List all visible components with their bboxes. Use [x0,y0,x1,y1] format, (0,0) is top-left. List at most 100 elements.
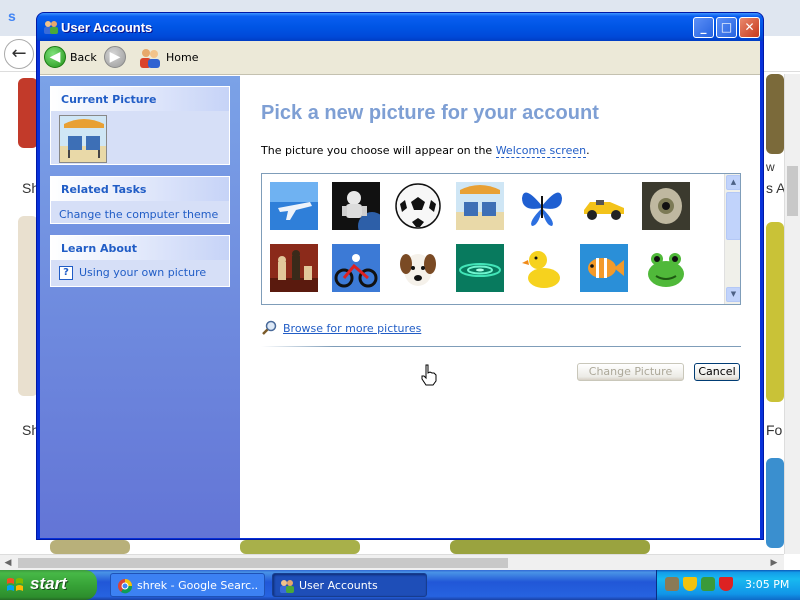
fish-icon [580,244,628,292]
race-car-icon [580,182,628,230]
airplane-icon [270,182,318,230]
related-tasks-panel: Related Tasks Change the computer theme [50,176,230,224]
clock[interactable]: 3:05 PM [745,578,789,591]
scroll-left-arrow[interactable]: ◀ [0,555,16,570]
windows-logo-icon [7,578,23,591]
bg-result-text[interactable]: s A [766,180,785,196]
intro-suffix: . [586,144,590,157]
scroll-up-arrow[interactable]: ▲ [726,175,740,190]
intro-text: The picture you choose will appear on th… [261,144,590,158]
bg-result-text[interactable]: w [766,160,775,174]
browse-more-pictures-link[interactable]: Browse for more pictures [283,322,421,335]
main-content: Pick a new picture for your account The … [240,76,760,538]
picture-butterfly[interactable] [518,182,566,230]
back-button-label[interactable]: Back [70,51,97,64]
scrollbar-thumb[interactable] [726,192,740,240]
bg-image-tile[interactable] [50,540,130,554]
cancel-button[interactable]: Cancel [694,363,740,381]
user-accounts-window: User Accounts _ □ ✕ ◀ Back ▶ Home Curren… [36,12,764,540]
picture-grid-scrollbar[interactable]: ▲ ▼ [724,174,740,304]
welcome-screen-link[interactable]: Welcome screen [495,144,587,158]
system-tray: 3:05 PM [656,570,800,600]
picture-duck[interactable] [518,244,566,292]
current-picture-heading: Current Picture [51,87,229,111]
scrollbar-thumb[interactable] [18,558,508,568]
current-picture-panel: Current Picture [50,86,230,165]
title-bar[interactable]: User Accounts _ □ ✕ [37,13,763,41]
beach-chairs-icon [456,182,504,230]
users-icon [280,580,294,593]
start-label: start [30,574,67,593]
bg-image-tile[interactable] [766,222,784,402]
motorcycle-icon [332,244,380,292]
learn-about-panel: Learn About ? Using your own picture [50,235,230,287]
browser-tab-title[interactable]: s [8,8,16,24]
antivirus-icon[interactable] [701,577,715,591]
dog-icon [394,244,442,292]
browser-back-button[interactable]: ← [4,39,34,69]
minimize-button[interactable]: _ [693,17,714,38]
taskbar-item-label: User Accounts [299,579,378,592]
picture-frog[interactable] [642,244,690,292]
close-button[interactable]: ✕ [739,17,760,38]
scroll-down-arrow[interactable]: ▼ [726,287,740,302]
using-own-picture-link[interactable]: Using your own picture [79,266,206,279]
network-icon[interactable] [665,577,679,591]
back-arrow-icon[interactable]: ◀ [44,46,66,68]
browser-horizontal-scrollbar[interactable]: ◀ ▶ [0,554,784,570]
picture-airplane[interactable] [270,182,318,230]
help-icon: ? [59,266,73,280]
divider [261,346,741,347]
picture-fish[interactable] [580,244,628,292]
scrollbar-thumb[interactable] [787,166,798,216]
browser-icon [118,579,133,594]
learn-about-heading: Learn About [51,236,229,260]
water-drip-icon [456,244,504,292]
security-shield-icon[interactable] [683,577,697,591]
picture-car[interactable] [580,182,628,230]
picture-dog[interactable] [394,244,442,292]
picture-motorcycle[interactable] [332,244,380,292]
astronaut-icon [332,182,380,230]
soccer-ball-icon [394,182,442,230]
window-client-area: ◀ Back ▶ Home Current Picture Related Ta… [40,41,760,538]
bg-image-tile[interactable] [766,74,784,154]
taskbar-item-user-accounts[interactable]: User Accounts [272,573,427,597]
task-pane: Current Picture Related Tasks Change the… [40,76,240,538]
intro-prefix: The picture you choose will appear on th… [261,144,496,157]
change-theme-link[interactable]: Change the computer theme [59,205,221,221]
bg-image-tile[interactable] [450,540,650,554]
browser-vertical-scrollbar[interactable] [784,74,800,554]
taskbar: start shrek - Google Searc... User Accou… [0,570,800,600]
hand-cursor-icon [421,364,437,386]
alert-shield-icon[interactable] [719,577,733,591]
picture-beach-chairs[interactable] [456,182,504,230]
picture-grid: ▲ ▼ [261,173,741,305]
magnifier-icon [262,320,277,335]
taskbar-item-browser[interactable]: shrek - Google Searc... [110,573,265,597]
maximize-button[interactable]: □ [716,17,737,38]
eye-icon [642,182,690,230]
forward-arrow-icon[interactable]: ▶ [104,46,126,68]
current-picture-thumbnail [59,115,107,163]
home-button-label[interactable]: Home [166,51,198,64]
bg-image-tile[interactable] [18,78,38,148]
start-button[interactable]: start [0,570,97,600]
chess-icon [270,244,318,292]
bg-result-text[interactable]: Fo [766,422,782,438]
picture-drip[interactable] [456,244,504,292]
window-title: User Accounts [61,20,153,35]
bg-image-tile[interactable] [18,216,38,396]
bg-image-tile[interactable] [240,540,360,554]
picture-chess[interactable] [270,244,318,292]
picture-eye[interactable] [642,182,690,230]
bg-image-tile[interactable] [766,458,784,548]
home-users-icon[interactable] [138,47,162,69]
users-icon [44,21,58,34]
scroll-right-arrow[interactable]: ▶ [766,555,782,570]
picture-soccer-ball[interactable] [394,182,442,230]
picture-astronaut[interactable] [332,182,380,230]
change-picture-button[interactable]: Change Picture [577,363,684,381]
rubber-duck-icon [518,244,566,292]
page-title: Pick a new picture for your account [261,102,599,124]
